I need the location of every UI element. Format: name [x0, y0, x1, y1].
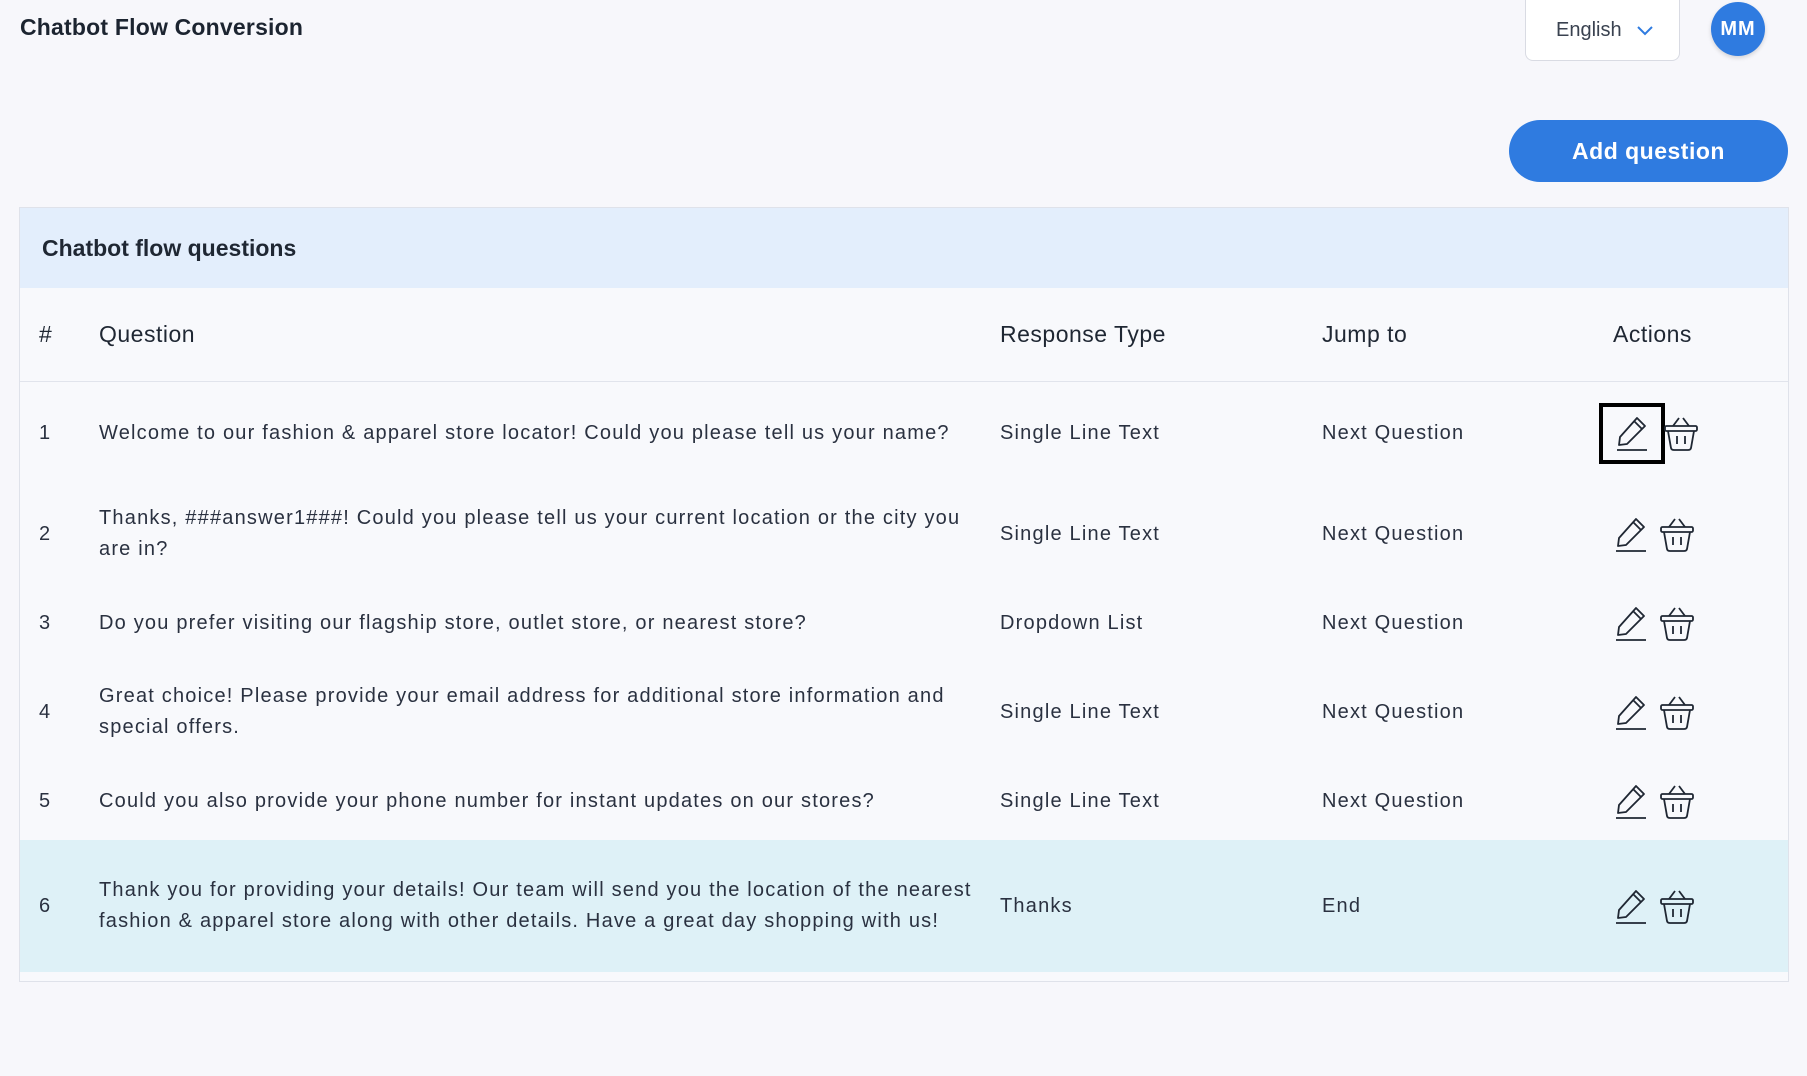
row-number: 3	[39, 611, 52, 634]
pencil-icon	[1616, 696, 1646, 730]
edit-button[interactable]	[1613, 514, 1649, 554]
edit-button[interactable]	[1613, 603, 1649, 643]
row-response-type: Single Line Text	[1000, 700, 1161, 723]
questions-table: # Question Response Type Jump to Actions…	[20, 288, 1788, 972]
row-number: 1	[39, 421, 52, 444]
row-jump-to: Next Question	[1322, 700, 1465, 723]
table-row: 3 Do you prefer visiting our flagship st…	[20, 584, 1788, 662]
column-header-num: #	[20, 288, 98, 382]
user-avatar[interactable]: MM	[1711, 2, 1765, 56]
edit-button[interactable]	[1613, 781, 1649, 821]
table-row: 4 Great choice! Please provide your emai…	[20, 662, 1788, 762]
pencil-icon	[1616, 607, 1646, 641]
row-question: Do you prefer visiting our flagship stor…	[99, 611, 807, 634]
row-question: Could you also provide your phone number…	[99, 789, 875, 812]
pencil-icon	[1616, 890, 1646, 924]
pencil-icon	[1616, 785, 1646, 819]
basket-icon	[1660, 696, 1694, 730]
row-jump-to: Next Question	[1322, 421, 1465, 444]
basket-icon	[1660, 890, 1694, 924]
delete-button[interactable]	[1659, 692, 1695, 732]
delete-button[interactable]	[1659, 886, 1695, 926]
delete-button[interactable]	[1659, 781, 1695, 821]
edit-button[interactable]	[1613, 886, 1649, 926]
row-jump-to: Next Question	[1322, 789, 1465, 812]
chevron-down-icon	[1636, 19, 1654, 42]
column-header-actions: Actions	[1611, 288, 1788, 382]
language-select-value: English	[1556, 18, 1622, 41]
row-response-type: Thanks	[999, 840, 1321, 972]
row-response-type: Dropdown List	[1000, 611, 1144, 634]
edit-button[interactable]	[1599, 402, 1665, 464]
page-title: Chatbot Flow Conversion	[20, 14, 304, 40]
basket-icon	[1660, 785, 1694, 819]
delete-button[interactable]	[1663, 413, 1699, 453]
row-question: Thanks, ###answer1###! Could you please …	[99, 507, 961, 560]
basket-icon	[1664, 417, 1698, 451]
row-number: 2	[39, 522, 52, 545]
pencil-icon	[1616, 518, 1646, 552]
pencil-icon	[1617, 417, 1647, 451]
questions-panel: Chatbot flow questions # Question Respon…	[19, 207, 1789, 982]
add-question-button[interactable]: Add question	[1509, 120, 1788, 182]
row-jump-to: Next Question	[1322, 522, 1465, 545]
table-row: 5 Could you also provide your phone numb…	[20, 762, 1788, 840]
row-number: 4	[39, 700, 52, 723]
column-header-jump-to: Jump to	[1321, 288, 1611, 382]
basket-icon	[1660, 518, 1694, 552]
row-question: Welcome to our fashion & apparel store l…	[99, 421, 950, 444]
row-question: Great choice! Please provide your email …	[99, 685, 945, 738]
edit-button[interactable]	[1613, 692, 1649, 732]
row-question: Thank you for providing your details! Ou…	[98, 840, 999, 972]
row-response-type: Single Line Text	[1000, 522, 1161, 545]
row-number: 6	[20, 840, 98, 972]
column-header-question: Question	[98, 288, 999, 382]
basket-icon	[1660, 607, 1694, 641]
row-number: 5	[39, 789, 52, 812]
delete-button[interactable]	[1659, 603, 1695, 643]
column-header-response-type: Response Type	[999, 288, 1321, 382]
row-response-type: Single Line Text	[1000, 421, 1161, 444]
row-response-type: Single Line Text	[1000, 789, 1161, 812]
table-row: 2 Thanks, ###answer1###! Could you pleas…	[20, 484, 1788, 584]
delete-button[interactable]	[1659, 514, 1695, 554]
table-row: 6 Thank you for providing your details! …	[20, 840, 1788, 972]
row-jump-to: End	[1321, 840, 1611, 972]
row-jump-to: Next Question	[1322, 611, 1465, 634]
table-row: 1 Welcome to our fashion & apparel store…	[20, 382, 1788, 485]
language-select[interactable]: English	[1525, 0, 1680, 61]
panel-title: Chatbot flow questions	[20, 208, 1788, 288]
